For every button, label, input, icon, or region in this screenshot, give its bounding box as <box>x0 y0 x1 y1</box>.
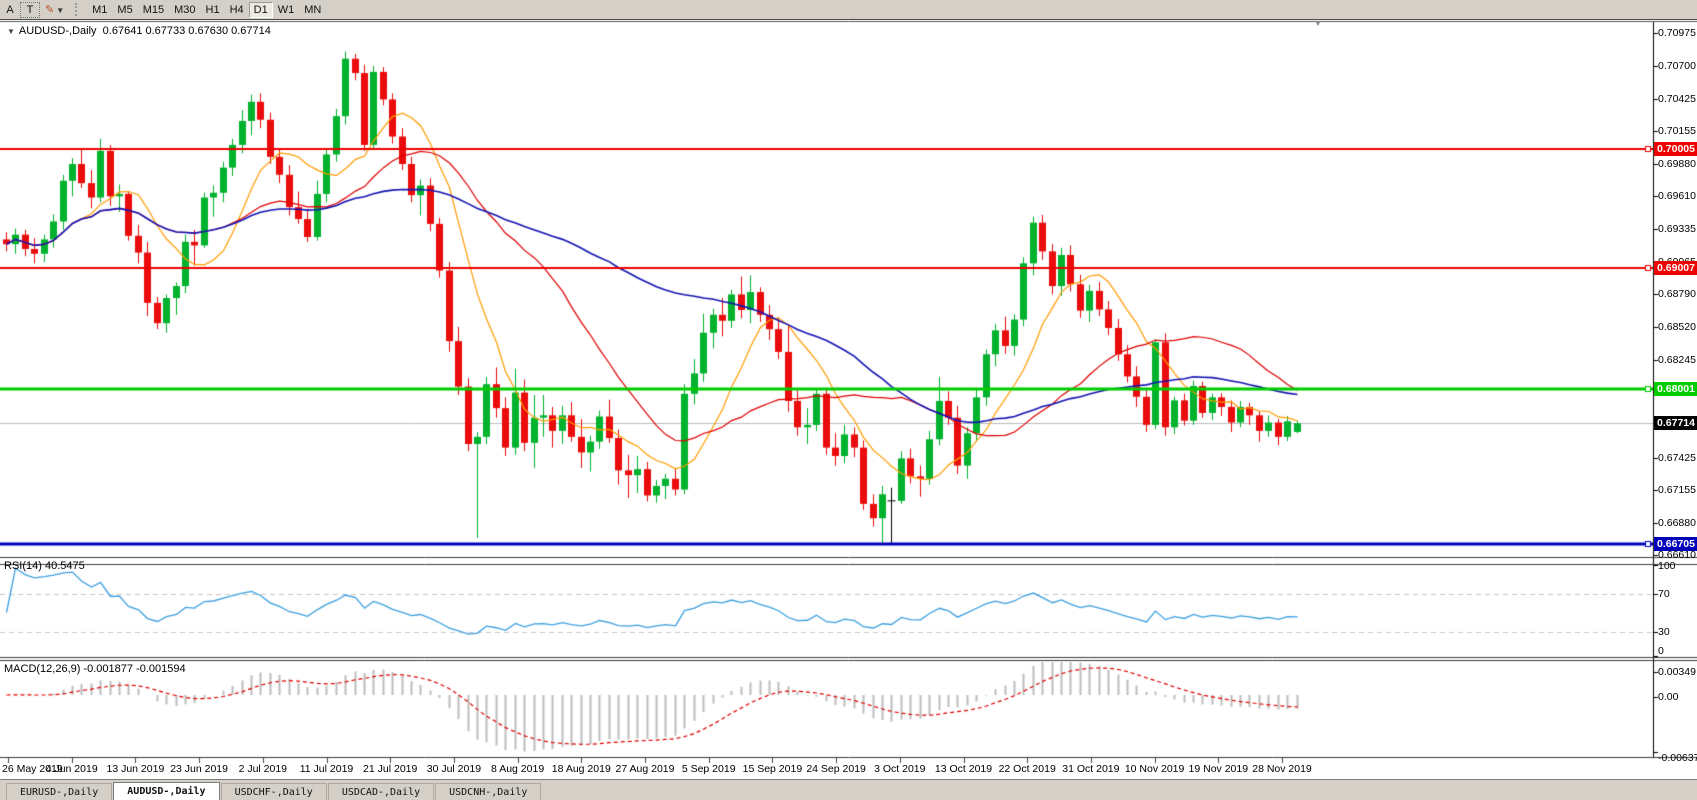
price-axis-label: 0.70700 <box>1658 60 1696 72</box>
date-axis-label: 8 Aug 2019 <box>491 763 544 775</box>
chevron-down-icon: ▼ <box>56 6 64 15</box>
price-axis-label: 0.70155 <box>1658 125 1696 137</box>
timeframe-button-h4[interactable]: H4 <box>225 2 249 18</box>
timeframe-button-mn[interactable]: MN <box>299 2 326 18</box>
date-axis-label: 2 Jul 2019 <box>239 763 287 775</box>
arrow-tool-button[interactable]: A <box>0 2 20 18</box>
crayon-tool-button[interactable]: ✎▼ <box>40 2 69 18</box>
date-axis-label: 4 Jun 2019 <box>46 763 98 775</box>
symbol-tab-eurusd[interactable]: EURUSD-,Daily <box>6 783 112 800</box>
date-axis-label: 11 Jul 2019 <box>300 763 354 775</box>
price-axis-label: 0.68790 <box>1658 288 1696 300</box>
date-axis-label: 27 Aug 2019 <box>616 763 675 775</box>
timeframe-button-d1[interactable]: D1 <box>249 2 273 18</box>
date-axis-label: 15 Sep 2019 <box>743 763 803 775</box>
symbol-tab-usdcnh[interactable]: USDCNH-,Daily <box>435 783 541 800</box>
rsi-axis-label: 70 <box>1658 588 1670 600</box>
text-tool-button[interactable]: T <box>20 2 40 18</box>
symbol-tab-usdchf[interactable]: USDCHF-,Daily <box>221 783 327 800</box>
macd-axis-label: -0.00637 <box>1658 752 1697 764</box>
timeframe-bar: M1M5M15M30H1H4D1W1MN <box>87 2 326 18</box>
timeframe-button-m5[interactable]: M5 <box>112 2 137 18</box>
timeframe-button-m30[interactable]: M30 <box>169 2 200 18</box>
price-axis-label: 0.68245 <box>1658 354 1696 366</box>
symbol-tab-bar: EURUSD-,DailyAUDUSD-,DailyUSDCHF-,DailyU… <box>0 779 1697 800</box>
date-axis-label: 30 Jul 2019 <box>427 763 481 775</box>
price-axis-label: 0.69335 <box>1658 223 1696 235</box>
date-axis-label: 3 Oct 2019 <box>874 763 925 775</box>
price-axis-label: 0.67155 <box>1658 484 1696 496</box>
date-axis-label: 5 Sep 2019 <box>682 763 736 775</box>
price-axis-label: 0.69610 <box>1658 190 1696 202</box>
timeframe-button-m15[interactable]: M15 <box>138 2 169 18</box>
toolbar: A T ✎▼ M1M5M15M30H1H4D1W1MN <box>0 0 1697 20</box>
rsi-axis-label: 100 <box>1658 560 1676 572</box>
date-axis-label: 19 Nov 2019 <box>1189 763 1249 775</box>
date-axis-label: 22 Oct 2019 <box>999 763 1056 775</box>
price-axis-label: 0.66880 <box>1658 517 1696 529</box>
macd-axis-label: 0.00349 <box>1658 666 1696 678</box>
support-2-price-tag[interactable]: 0.66705 <box>1654 537 1697 551</box>
date-axis-label: 23 Jun 2019 <box>170 763 228 775</box>
price-axis-label: 0.68520 <box>1658 321 1696 333</box>
price-axis-label: 0.70975 <box>1658 27 1696 39</box>
date-axis-label: 18 Aug 2019 <box>552 763 611 775</box>
timeframe-button-w1[interactable]: W1 <box>273 2 300 18</box>
current-price-price-tag: 0.67714 <box>1654 416 1697 430</box>
date-axis-label: 28 Nov 2019 <box>1252 763 1312 775</box>
price-axis-label: 0.69880 <box>1658 158 1696 170</box>
rsi-axis-label: 30 <box>1658 626 1670 638</box>
support-1-price-tag[interactable]: 0.68001 <box>1654 382 1697 396</box>
symbol-tab-audusd[interactable]: AUDUSD-,Daily <box>113 782 219 800</box>
date-axis-label: 13 Jun 2019 <box>106 763 164 775</box>
price-chart-canvas[interactable] <box>0 0 1697 800</box>
timeframe-button-m1[interactable]: M1 <box>87 2 112 18</box>
timeframe-button-h1[interactable]: H1 <box>201 2 225 18</box>
resistance-2-price-tag[interactable]: 0.69007 <box>1654 261 1697 275</box>
date-axis-label: 31 Oct 2019 <box>1062 763 1119 775</box>
resistance-1-price-tag[interactable]: 0.70005 <box>1654 142 1697 156</box>
price-axis-label: 0.67425 <box>1658 452 1696 464</box>
toolbar-grip[interactable] <box>75 3 79 16</box>
price-axis-label: 0.70425 <box>1658 93 1696 105</box>
date-axis-label: 24 Sep 2019 <box>806 763 866 775</box>
date-axis-label: 13 Oct 2019 <box>935 763 992 775</box>
date-axis-label: 21 Jul 2019 <box>363 763 417 775</box>
date-axis-label: 10 Nov 2019 <box>1125 763 1185 775</box>
macd-axis-label: 0.00 <box>1658 691 1678 703</box>
rsi-axis-label: 0 <box>1658 645 1664 657</box>
mt4-window: A T ✎▼ M1M5M15M30H1H4D1W1MN ▼ AUDUSD-,Dai… <box>0 0 1697 800</box>
crayon-icon: ✎ <box>45 4 54 16</box>
symbol-tab-usdcad[interactable]: USDCAD-,Daily <box>328 783 434 800</box>
